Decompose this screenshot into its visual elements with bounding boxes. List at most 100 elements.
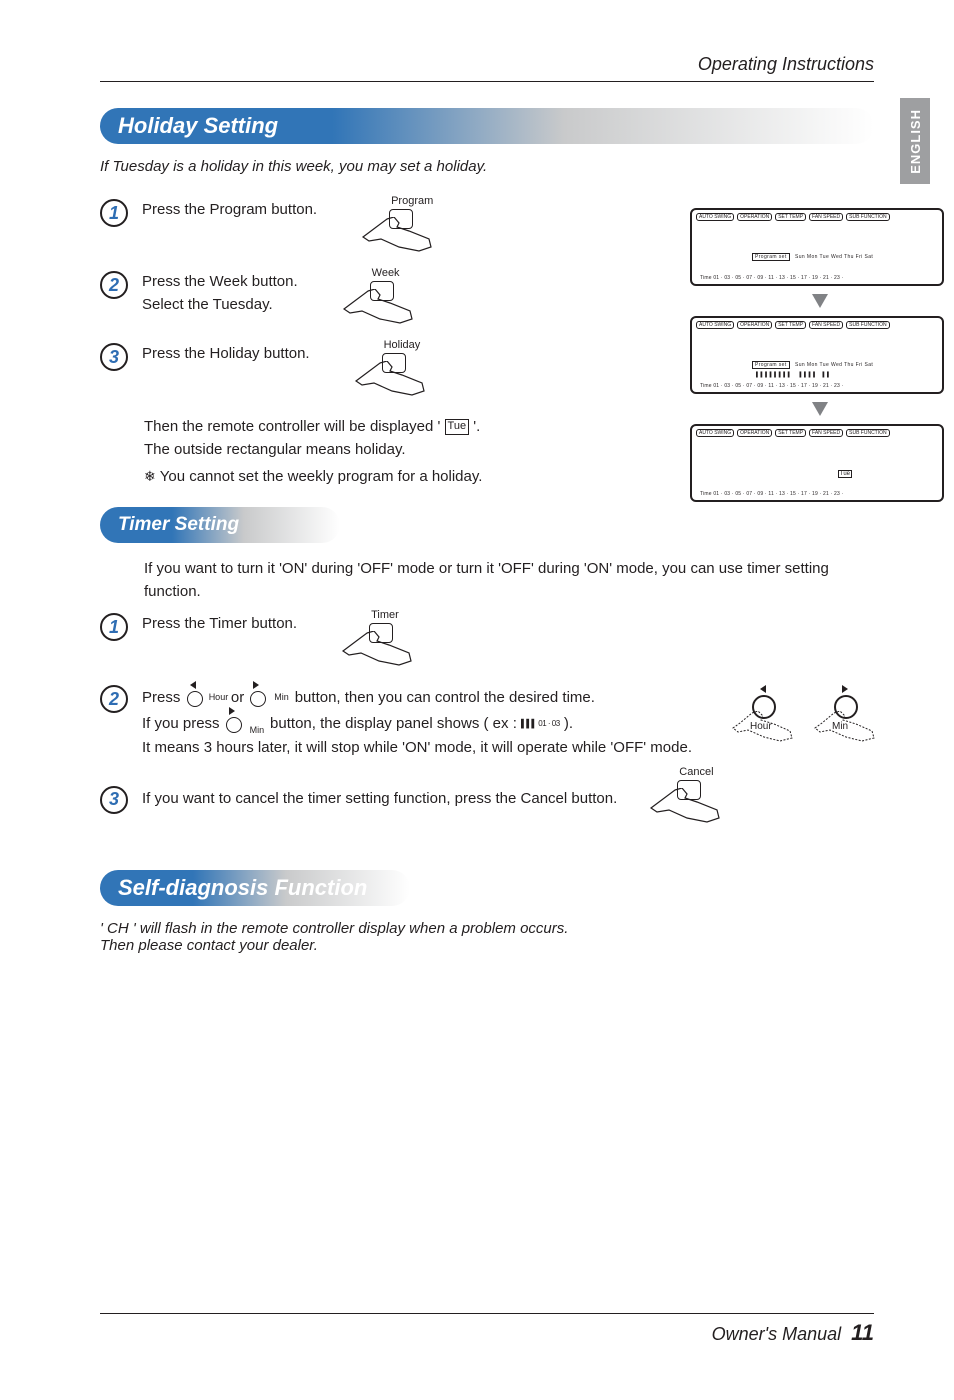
lcd-label: FAN SPEED [809,429,843,437]
section-bar-timer: Timer Setting [100,507,340,543]
cancel-button-illustration: Cancel [641,770,731,830]
days-row: Sun Mon Tue Wed Thu Fri Sat [795,362,873,368]
lcd-label: OPERATION [737,213,772,221]
days-row: Sun Mon Tue Wed Thu Fri Sat [795,254,873,260]
holiday-intro: If Tuesday is a holiday in this week, yo… [100,158,874,175]
text: button, the display panel shows ( ex : [270,715,521,732]
section-bar-holiday: Holiday Setting [100,108,874,144]
triangle-left-icon [190,681,196,689]
bars-row: ▌▌▌▌▌▌▌▌ ▌▌▌▌ ▌▌ [756,372,832,378]
time-scale: Time 01 · 03 · 05 · 07 · 09 · 11 · 13 · … [700,275,938,281]
step-text: Press Hour or Min button, then you can c… [142,685,692,760]
time-scale: Time 01 · 03 · 05 · 07 · 09 · 11 · 13 · … [700,383,938,389]
timer-step-2: 2 Press Hour or Min button, then you can… [100,685,874,760]
text: If you press [142,715,224,732]
text: '. [469,418,480,435]
hand-icon [352,361,426,401]
holiday-step-3: 3 Press the Holiday button. Holiday [100,343,580,405]
hand-icon [339,631,413,671]
lcd-label: OPERATION [737,321,772,329]
program-button-label: Program [391,195,433,207]
snowflake-icon: ❄ [144,468,156,485]
triangle-left-icon [760,685,766,693]
cancel-button-label: Cancel [679,766,713,778]
footer-manual-label: Owner's Manual [712,1324,842,1345]
time-scale: Time 01 · 03 · 05 · 07 · 09 · 11 · 13 · … [700,491,938,497]
step-number: 1 [100,613,128,641]
lcd-label: FAN SPEED [809,213,843,221]
min-button-icon [250,691,266,707]
footer: Owner's Manual 11 [100,1313,874,1346]
holiday-button-label: Holiday [384,339,421,351]
display-panel-2: AUTO SWING OPERATION SET TEMP FAN SPEED … [690,316,944,394]
min-label: Min [273,691,291,705]
step-number: 3 [100,343,128,371]
bars-example: ▌▌▌ 01 · 03 [521,718,560,730]
min-big: Min [828,685,874,747]
section-title-self-diagnosis: Self-diagnosis Function [118,875,367,901]
section-title-holiday: Holiday Setting [118,113,278,139]
hour-big: Hour [746,685,792,747]
program-set-label: Program set [752,253,790,261]
step-text: Press the Week button. Select the Tuesda… [142,271,298,316]
triangle-right-icon [229,707,235,715]
step-number: 1 [100,199,128,227]
step-text: Press the Timer button. [142,613,297,636]
hour-label: Hour [209,691,227,705]
lcd-label: AUTO SWING [696,213,734,221]
step-number: 2 [100,271,128,299]
lcd-label: SUB FUNCTION [846,213,890,221]
text: The outside rectangular means holiday. [144,441,406,458]
hour-min-buttons-illustration: Hour Min [746,685,874,747]
text: Then the remote controller will be displ… [144,418,445,435]
hand-icon [812,711,876,747]
language-tab: ENGLISH [900,98,930,184]
text: It means 3 hours later, it will stop whi… [142,739,692,756]
step-number: 2 [100,685,128,713]
step-text: If you want to cancel the timer setting … [142,788,617,811]
text: Press [142,689,185,706]
lcd-label: SET TEMP [775,429,806,437]
lcd-label: SUB FUNCTION [846,321,890,329]
text: or [231,689,249,706]
holiday-post-note: Then the remote controller will be displ… [144,415,580,462]
display-column: AUTO SWING OPERATION SET TEMP FAN SPEED … [690,208,950,502]
footer-page-number: 11 [851,1320,874,1346]
lcd-label: FAN SPEED [809,321,843,329]
header-rule [100,81,874,82]
lcd-label: SUB FUNCTION [846,429,890,437]
display-panel-1: AUTO SWING OPERATION SET TEMP FAN SPEED … [690,208,944,286]
text: button, then you can control the desired… [295,689,595,706]
step-number: 3 [100,786,128,814]
week-button-illustration: Week [330,271,420,333]
program-button-illustration: Program [349,199,439,261]
min-button-icon [226,717,242,733]
timer-step-3: 3 If you want to cancel the timer settin… [100,770,874,830]
self-diagnosis-text: ' CH ' will flash in the remote controll… [100,920,874,954]
lcd-label: SET TEMP [775,321,806,329]
timer-intro: If you want to turn it 'ON' during 'OFF'… [144,557,874,604]
step-text: Press the Holiday button. [142,343,310,366]
header-operating-instructions: Operating Instructions [698,54,874,75]
language-tab-label: ENGLISH [908,109,923,174]
triangle-right-icon [842,685,848,693]
hand-icon [730,711,794,747]
lcd-label: AUTO SWING [696,321,734,329]
timer-button-label: Timer [371,609,399,621]
text: You cannot set the weekly program for a … [160,468,483,485]
tue-indicator: Tue [838,470,852,478]
hand-icon [340,289,414,329]
min-label: Min [248,724,266,738]
hour-button-icon [187,691,203,707]
lcd-label: AUTO SWING [696,429,734,437]
lcd-label: SET TEMP [775,213,806,221]
hand-icon [359,217,433,257]
display-panel-3: AUTO SWING OPERATION SET TEMP FAN SPEED … [690,424,944,502]
step-text: Press the Program button. [142,199,317,222]
section-bar-self-diagnosis: Self-diagnosis Function [100,870,410,906]
timer-button-illustration: Timer [329,613,419,675]
text: ' CH ' will flash in the remote controll… [100,920,568,937]
text: ). [564,715,573,732]
section-title-timer: Timer Setting [118,514,239,536]
arrow-down-icon [690,292,950,310]
